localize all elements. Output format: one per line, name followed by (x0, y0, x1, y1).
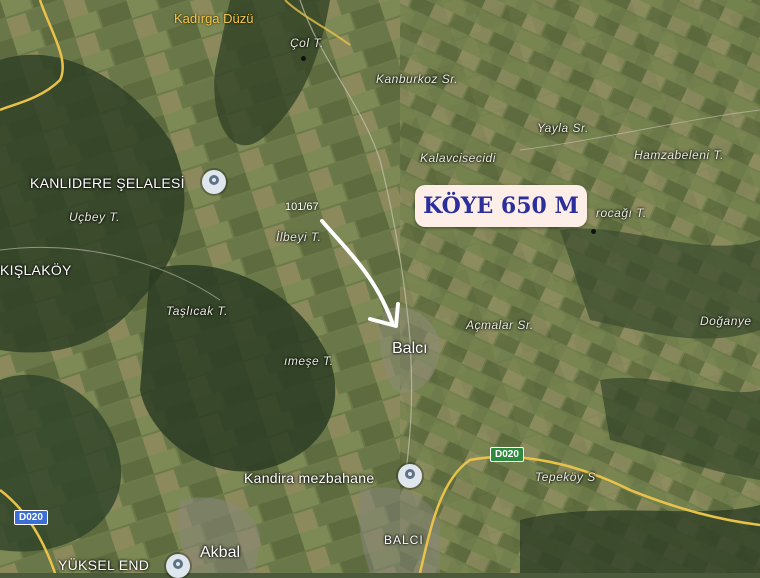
label-akbal: Akbal (200, 544, 241, 561)
label-ucbey: Uçbey T. (69, 210, 120, 224)
label-acmalar: Açmalar Sr. (466, 318, 534, 332)
label-kanlidere: KANLIDERE ŞELALESİ (30, 175, 185, 191)
label-imese: ımeşe T. (284, 354, 334, 368)
label-kadirga-duzu: Kadırga Düzü (174, 11, 254, 26)
place-pin-icon[interactable] (202, 170, 226, 194)
road-shield: D020 (14, 510, 48, 525)
label-yuksel-end: YÜKSEL END (58, 557, 150, 573)
label-ilbeyi: İlbeyi T. (276, 230, 322, 244)
label-kalavcisecidi: Kalavcisecidi (420, 151, 496, 165)
label-taslicak: Taşlıcak T. (166, 304, 228, 318)
peak-dot (591, 229, 596, 234)
distance-badge: KÖYE 650 M (415, 185, 587, 227)
place-pin-icon[interactable] (166, 554, 190, 578)
label-kandira-mezbahane: Kandira mezbahane (244, 470, 375, 486)
label-rocagi: rocağı T. (596, 206, 647, 220)
label-kanburkoz: Kanburkoz Sr. (376, 72, 459, 86)
label-balci-caps: BALCI (384, 533, 424, 547)
road-shield: D020 (490, 447, 524, 462)
peak-dot (301, 56, 306, 61)
annotation-label: 101/67 (285, 201, 319, 213)
label-balci: Balcı (392, 340, 428, 357)
label-doganye: Doğanye (700, 314, 752, 328)
label-col: Çol T. (290, 36, 324, 50)
label-tepekoy: Tepeköy S (535, 470, 596, 484)
label-kislakoy: KIŞLAKÖY (0, 262, 72, 278)
label-yayla: Yayla Sr. (537, 121, 589, 135)
place-pin-icon[interactable] (398, 464, 422, 488)
label-hamzabeleni: Hamzabeleni T. (634, 148, 724, 162)
